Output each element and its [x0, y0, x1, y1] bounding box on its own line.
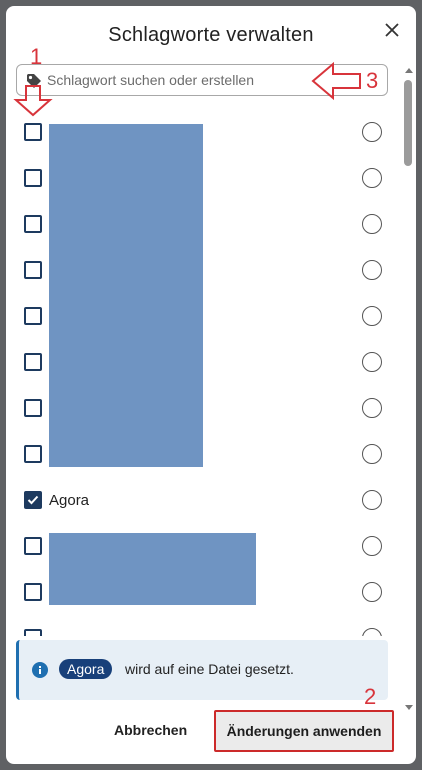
annotation-arrows	[13, 61, 361, 117]
annotation-arrow-left	[311, 61, 361, 101]
annotation-arrow-down	[13, 85, 53, 117]
